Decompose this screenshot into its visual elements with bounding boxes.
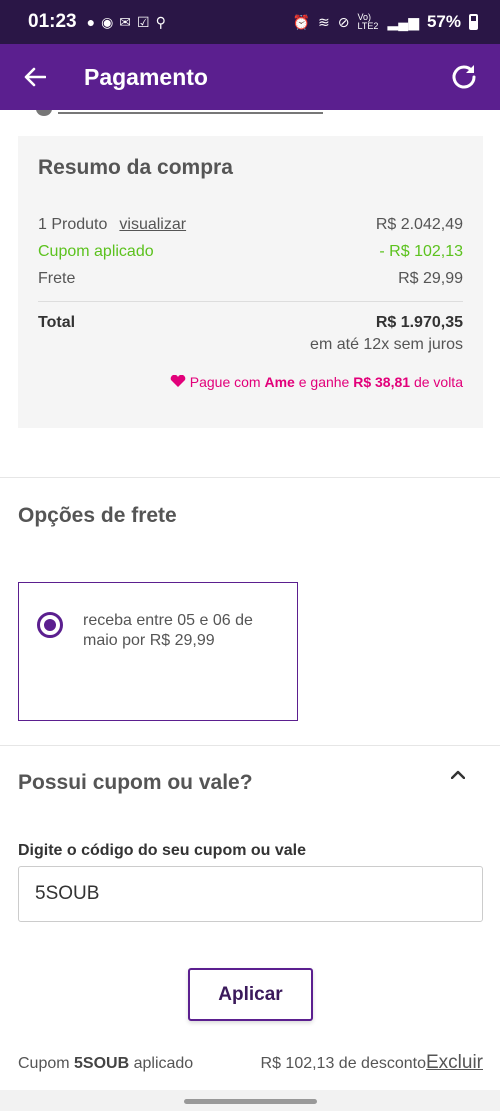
- applied-discount: R$ 102,13 de desconto: [260, 1055, 426, 1072]
- back-button[interactable]: [20, 62, 50, 92]
- facebook-icon: ●: [86, 14, 96, 30]
- app-bar: Pagamento: [0, 44, 500, 110]
- coupon-row-value: - R$ 102,13: [379, 243, 463, 260]
- status-right: ⏰ ≋ ⊘ Vo) LTE2 ▂▄▆ 57%: [293, 12, 478, 32]
- status-bar: 01:23 ● ◉ ✉ ☑ ⚲ ⏰ ≋ ⊘ Vo) LTE2 ▂▄▆ 57%: [0, 0, 500, 44]
- collapse-button[interactable]: [448, 766, 468, 782]
- notification-icons: ● ◉ ✉ ☑ ⚲: [87, 15, 166, 29]
- ame-prefix: Pague com: [189, 374, 265, 390]
- battery-level: 57%: [426, 12, 461, 31]
- ame-suffix: de volta: [410, 374, 463, 390]
- arrow-left-icon: [24, 67, 46, 87]
- summary-title: Resumo da compra: [38, 156, 233, 179]
- coupon-input-label: Digite o código do seu cupom ou vale: [18, 842, 307, 859]
- shipping-radio[interactable]: [37, 612, 63, 638]
- remove-coupon-link[interactable]: Excluir: [426, 1052, 483, 1074]
- shipping-row-label: Frete: [38, 270, 76, 287]
- home-gesture-handle[interactable]: [184, 1099, 317, 1104]
- total-value: R$ 1.970,35: [375, 314, 463, 331]
- section-divider: [0, 745, 500, 746]
- coupon-code-input[interactable]: [18, 866, 483, 922]
- summary-divider: [38, 301, 463, 302]
- clipped-link[interactable]: [58, 110, 323, 114]
- refresh-button[interactable]: [448, 61, 480, 93]
- location-icon: ⚲: [155, 14, 166, 30]
- installments-text: em até 12x sem juros: [310, 336, 463, 353]
- shipping-option-text: receba entre 05 e 06 de maio por R$ 29,9…: [83, 612, 253, 649]
- chat-icon: [36, 110, 52, 116]
- status-time: 01:23: [28, 11, 77, 32]
- products-label: 1 Produto: [38, 216, 108, 233]
- ame-heart-icon: [170, 375, 186, 387]
- total-label: Total: [38, 314, 76, 331]
- chevron-up-icon: [451, 770, 465, 779]
- section-divider: [0, 477, 500, 478]
- total-row: Total R$ 1.970,35: [38, 314, 463, 332]
- coupon-row-label: Cupom aplicado: [38, 243, 154, 260]
- shipping-section-title: Opções de frete: [18, 504, 177, 527]
- scrolled-content: [18, 110, 483, 136]
- chrome-icon: ◉: [101, 14, 114, 30]
- dnd-icon: ⊘: [337, 13, 350, 30]
- view-products-link[interactable]: visualizar: [119, 216, 186, 233]
- ame-amount: R$ 38,81: [353, 374, 411, 390]
- refresh-icon: [452, 65, 476, 89]
- order-summary: Resumo da compra 1 Produto visualizar R$ …: [18, 136, 483, 428]
- battery-icon: [469, 14, 478, 30]
- ame-middle: e ganhe: [294, 374, 354, 390]
- apply-coupon-button[interactable]: Aplicar: [188, 968, 313, 1021]
- check-icon: ☑: [137, 14, 150, 30]
- coupon-row: Cupom aplicado - R$ 102,13: [38, 243, 463, 261]
- applied-coupon-text: Cupom 5SOUB aplicado: [18, 1055, 194, 1072]
- shipping-option[interactable]: receba entre 05 e 06 de maio por R$ 29,9…: [18, 582, 298, 721]
- products-value: R$ 2.042,49: [375, 216, 463, 233]
- signal-icon: ▂▄▆: [387, 13, 419, 30]
- alarm-icon: ⏰: [292, 13, 311, 30]
- coupon-section-title: Possui cupom ou vale?: [18, 771, 253, 794]
- wifi-icon: ≋: [318, 13, 330, 30]
- ame-cashback-promo: Pague com Ame e ganhe R$ 38,81 de volta: [38, 374, 463, 390]
- shipping-row-value: R$ 29,99: [398, 270, 463, 287]
- mail-icon: ✉: [119, 14, 132, 30]
- network-label: Vo) LTE2: [357, 12, 379, 31]
- radio-selected-dot: [44, 619, 56, 631]
- applied-coupon-row: Cupom 5SOUB aplicado R$ 102,13 de descon…: [18, 1052, 483, 1074]
- products-row: 1 Produto visualizar R$ 2.042,49: [38, 216, 463, 234]
- page-title: Pagamento: [84, 63, 208, 90]
- shipping-row: Frete R$ 29,99: [38, 270, 463, 288]
- ame-brand: Ame: [264, 374, 295, 390]
